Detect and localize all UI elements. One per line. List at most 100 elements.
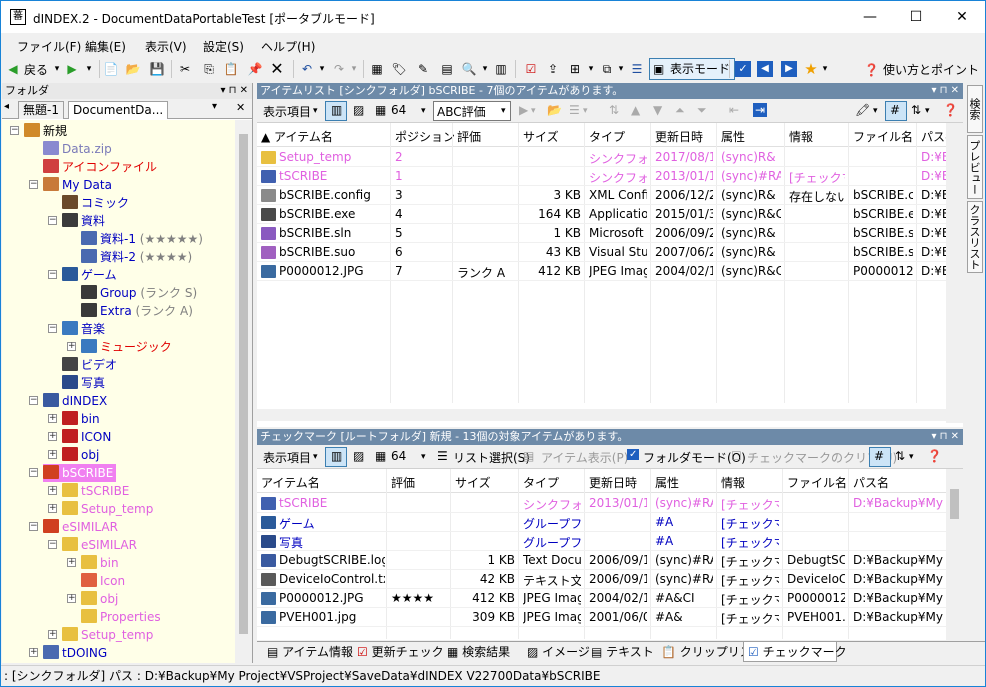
help-icon[interactable]: ❓ — [943, 103, 958, 117]
tree-node[interactable]: Setup_temp — [62, 500, 153, 518]
tree-node[interactable]: Group (ランク S) — [81, 284, 197, 302]
tree-scrollbar-thumb[interactable] — [239, 134, 248, 634]
cut-icon[interactable]: ✂ — [177, 61, 193, 77]
thumbnail-view-icon[interactable]: ▨ — [353, 103, 364, 117]
help-icon[interactable]: ❓ — [927, 449, 942, 463]
star-dropdown-icon[interactable]: ▾ — [817, 61, 833, 77]
tree-node[interactable]: 資料-1 (★★★★★) — [81, 230, 203, 248]
size-dropdown-icon[interactable]: ▾ — [421, 452, 426, 462]
properties-icon[interactable]: ▦ — [369, 61, 385, 77]
table-row[interactable]: Setup_temp2シンクフォルダ2017/08/11 ((sync)R&D:… — [257, 148, 963, 167]
column-header[interactable]: ファイル名 — [853, 128, 913, 145]
list-view-icon[interactable]: ☰ — [629, 61, 645, 77]
register-icon[interactable]: ▤ — [439, 61, 455, 77]
column-header[interactable]: サイズ — [455, 474, 491, 491]
tree-expander[interactable]: − — [29, 468, 38, 477]
tree-node[interactable]: 写真 — [62, 374, 105, 392]
tree-node[interactable]: eSIMILAR — [43, 518, 118, 536]
redo-icon[interactable]: ↷ — [331, 61, 347, 77]
redo-dropdown-icon[interactable]: ▾ — [346, 61, 362, 77]
tree-node[interactable]: eSIMILAR — [62, 536, 137, 554]
tab-item-info[interactable]: ▤ アイテム情報 — [263, 642, 357, 662]
tree-expander[interactable]: + — [48, 450, 57, 459]
tree-expander[interactable]: − — [10, 126, 19, 135]
collapse-icon[interactable]: ⇤ — [729, 103, 739, 117]
column-header[interactable]: ▲ アイテム名 — [261, 128, 333, 145]
copy-icon[interactable]: ⎘ — [201, 61, 217, 77]
check-list-icon[interactable]: ☑ — [523, 61, 539, 77]
table-row[interactable]: PVEH001.jpg 309 KB JPEG Image 2001/06/02 #A&… — [257, 608, 963, 627]
tree-expander[interactable]: + — [48, 504, 57, 513]
view-columns-dropdown-icon[interactable]: ▾ — [313, 106, 318, 116]
display-mode-button[interactable]: ▣ 表示モード — [649, 58, 736, 80]
tree-expander[interactable]: − — [29, 522, 38, 531]
bookmark-icon[interactable]: ▥ — [493, 61, 509, 77]
column-header[interactable]: ファイル名 — [787, 474, 847, 491]
close-button[interactable]: ✕ — [939, 1, 985, 33]
move-down-icon[interactable]: ▼ — [653, 103, 662, 117]
save-icon[interactable]: 💾 — [149, 61, 165, 77]
checkmark-scrollbar-thumb[interactable] — [950, 489, 959, 519]
checkmark-scrollbar[interactable] — [946, 469, 963, 640]
tree-node[interactable]: 音楽 — [62, 320, 105, 338]
edit-item-icon[interactable]: ✎ — [415, 61, 431, 77]
tree-expander[interactable]: + — [48, 414, 57, 423]
delete-icon[interactable]: ✕ — [269, 61, 285, 77]
table-row[interactable]: bSCRIBE.sln 5 1 KB Microsoft Vi 2006/09/26 (s… — [257, 224, 963, 243]
move-top-icon[interactable]: ⏶ — [675, 103, 685, 118]
view-columns-dropdown-icon[interactable]: ▾ — [313, 452, 318, 462]
item-list-scrollbar[interactable] — [946, 123, 963, 423]
window-dropdown-icon[interactable]: ▾ — [613, 61, 629, 77]
tab-image[interactable]: ▨ イメージ — [523, 642, 594, 662]
tree-node[interactable]: ゲーム — [62, 266, 117, 284]
tree-node[interactable]: obj — [81, 590, 118, 608]
undo-dropdown-icon[interactable]: ▾ — [314, 61, 330, 77]
tree-expander[interactable]: + — [67, 558, 76, 567]
tree-scrollbar[interactable] — [235, 120, 252, 663]
view-columns-button[interactable]: 表示項目 — [263, 449, 311, 466]
search-item-icon[interactable]: 🔍 — [461, 61, 477, 77]
expand-icon[interactable]: ⇥ — [753, 103, 768, 117]
tree-node[interactable]: bin — [81, 554, 119, 572]
add-folder-icon[interactable]: 📂 — [547, 103, 562, 117]
tree-node[interactable]: bSCRIBE — [43, 464, 117, 482]
size-value[interactable]: 64 — [391, 103, 406, 117]
table-row[interactable]: tSCRIBE 1 シンクフォルダ 2013/01/13 ((sync)#RA& [チェ… — [257, 167, 963, 186]
next-icon[interactable]: ▶ — [781, 61, 797, 77]
play-dropdown-icon[interactable]: ▾ — [531, 106, 536, 116]
side-tab-search[interactable]: 検索 — [967, 85, 983, 133]
minimize-button[interactable]: — — [847, 1, 893, 33]
tree-node[interactable]: ICON — [62, 428, 111, 446]
pane-controls[interactable]: ▾ ⊓ ✕ — [931, 429, 959, 445]
tree-node[interactable]: Extra (ランク A) — [81, 302, 193, 320]
table-row[interactable]: DebugtSCRIBE.log 1 KB Text Docum 2006/09/13… — [257, 551, 963, 570]
list-icon[interactable]: ☰ — [569, 103, 580, 117]
column-header[interactable]: サイズ — [523, 128, 559, 145]
tree-node[interactable]: My Data — [43, 176, 112, 194]
item-view-button[interactable]: アイテム表示(P) — [541, 449, 628, 466]
table-row[interactable]: bSCRIBE.suo 6 43 KB Visual Studi 2007/06/24 (… — [257, 243, 963, 262]
table-row[interactable]: 写真 グループフォル #A [チェックマーク — [257, 532, 963, 551]
column-sort-dropdown-icon[interactable]: ▾ — [925, 106, 930, 116]
forward-icon[interactable]: ▶ — [64, 61, 80, 77]
new-icon[interactable]: 📄 — [103, 61, 119, 77]
tree-node[interactable]: bin — [62, 410, 100, 428]
layout-icon[interactable]: ⊞ — [567, 61, 583, 77]
column-header[interactable]: 情報 — [789, 128, 813, 145]
menu-settings[interactable]: 設定(S) — [203, 38, 244, 55]
tree-node[interactable]: tDOING — [43, 644, 107, 662]
size-icon[interactable]: ▦ — [375, 103, 386, 117]
column-header[interactable]: タイプ — [523, 474, 559, 491]
table-row[interactable]: ゲーム グループフォル #A [チェックマーク — [257, 513, 963, 532]
tab-scroll-left-icon[interactable]: ◂ — [4, 101, 9, 112]
tab-update-check[interactable]: ☑ 更新チェック — [353, 642, 448, 662]
forward-dropdown-icon[interactable]: ▾ — [81, 61, 97, 77]
table-row[interactable]: P0000012.JPG 7 ランク A 412 KB JPEG Image 2004/0… — [257, 262, 963, 281]
tree-expander[interactable]: − — [29, 396, 38, 405]
tree-expander[interactable]: − — [29, 180, 38, 189]
column-header[interactable]: パス名 — [853, 474, 889, 491]
tree-node[interactable]: Icon — [81, 572, 125, 590]
paste-special-icon[interactable]: 📌 — [247, 61, 263, 77]
tree-expander[interactable]: + — [67, 342, 76, 351]
menu-edit[interactable]: 編集(E) — [85, 38, 126, 55]
